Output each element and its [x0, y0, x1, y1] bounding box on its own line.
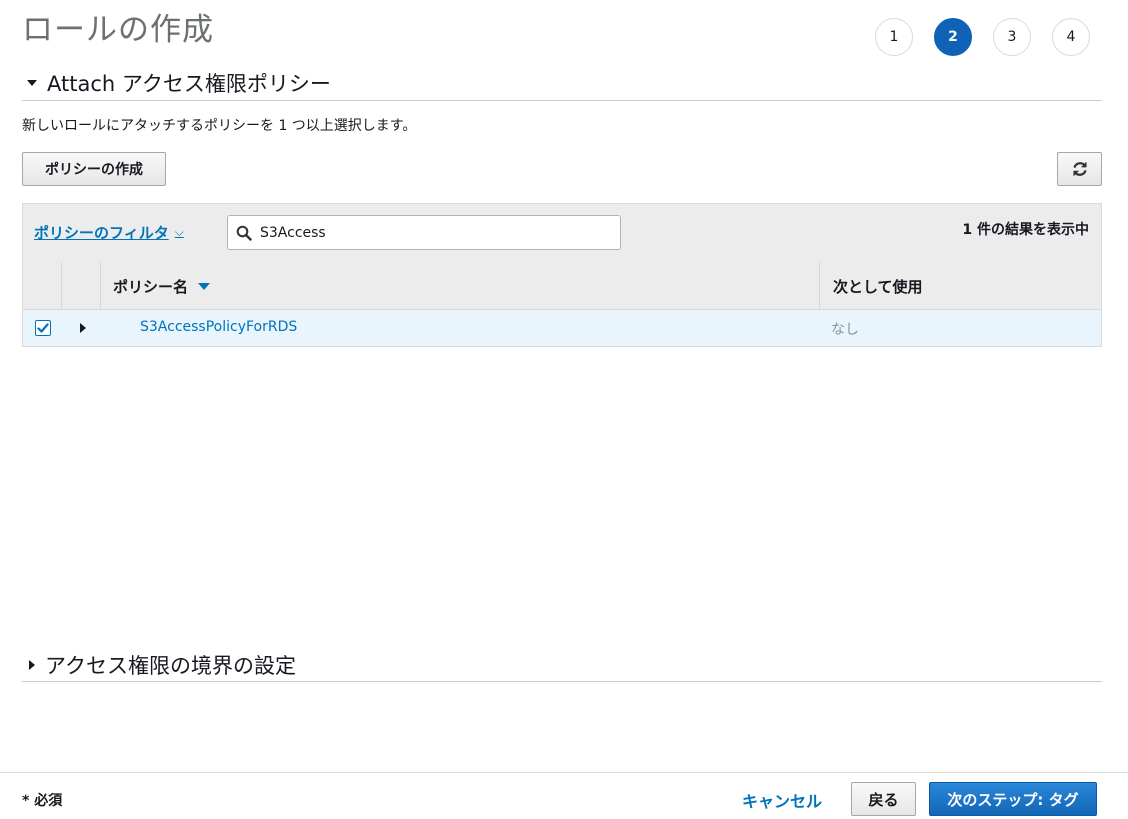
create-policy-button[interactable]: ポリシーの作成 — [22, 152, 166, 186]
row-expand-toggle[interactable] — [80, 323, 86, 333]
checkmark-icon — [37, 323, 49, 333]
attach-description: 新しいロールにアタッチするポリシーを 1 つ以上選択します。 — [22, 118, 417, 134]
refresh-button[interactable] — [1057, 152, 1102, 186]
step-3[interactable]: 3 — [993, 18, 1031, 56]
caret-down-icon — [27, 80, 37, 86]
policy-used-as: なし — [831, 322, 859, 338]
caret-right-icon — [29, 660, 35, 670]
section-divider — [22, 681, 1102, 682]
step-4[interactable]: 4 — [1052, 18, 1090, 56]
page-title: ロールの作成 — [22, 12, 214, 48]
boundary-section-toggle[interactable]: アクセス権限の境界の設定 — [29, 650, 296, 680]
column-divider — [819, 262, 820, 309]
required-note: * 必須 — [22, 793, 63, 809]
step-2-active[interactable]: 2 — [934, 18, 972, 56]
attach-section-toggle[interactable]: Attach アクセス権限ポリシー — [27, 68, 331, 98]
cancel-button[interactable]: キャンセル — [742, 788, 822, 812]
table-toolbar: ポリシーのフィルタ ⌵ 1 件の結果を表示中 — [23, 204, 1101, 263]
search-icon — [236, 225, 252, 241]
caret-right-icon — [80, 323, 86, 333]
step-1[interactable]: 1 — [875, 18, 913, 56]
wizard-footer: * 必須 キャンセル 戻る 次のステップ: タグ — [0, 772, 1128, 819]
column-header-policy-name[interactable]: ポリシー名 — [113, 276, 211, 297]
sort-desc-icon — [198, 283, 211, 290]
next-step-button[interactable]: 次のステップ: タグ — [929, 782, 1097, 816]
policy-table: ポリシーのフィルタ ⌵ 1 件の結果を表示中 ポリシー名 次として使用 — [22, 203, 1102, 347]
row-checkbox[interactable] — [35, 320, 51, 336]
back-button[interactable]: 戻る — [851, 782, 916, 816]
refresh-icon — [1072, 162, 1087, 176]
column-divider — [100, 262, 101, 309]
column-header-used-as: 次として使用 — [833, 278, 923, 296]
policy-filter-label: ポリシーのフィルタ — [34, 224, 169, 242]
policy-filter-dropdown[interactable]: ポリシーのフィルタ ⌵ — [34, 222, 184, 243]
table-row[interactable]: S3AccessPolicyForRDS なし — [23, 310, 1101, 346]
column-header-policy-name-label: ポリシー名 — [113, 278, 189, 296]
chevron-down-icon: ⌵ — [174, 225, 184, 239]
boundary-section-title: アクセス権限の境界の設定 — [45, 654, 296, 678]
table-header-row: ポリシー名 次として使用 — [23, 262, 1101, 310]
column-divider — [61, 262, 62, 309]
section-divider — [22, 100, 1102, 101]
results-count: 1 件の結果を表示中 — [962, 222, 1089, 238]
attach-section-title: Attach アクセス権限ポリシー — [47, 72, 331, 96]
policy-name-link[interactable]: S3AccessPolicyForRDS — [140, 319, 297, 335]
policy-search-box[interactable] — [227, 215, 621, 250]
policy-search-input[interactable] — [258, 223, 602, 242]
